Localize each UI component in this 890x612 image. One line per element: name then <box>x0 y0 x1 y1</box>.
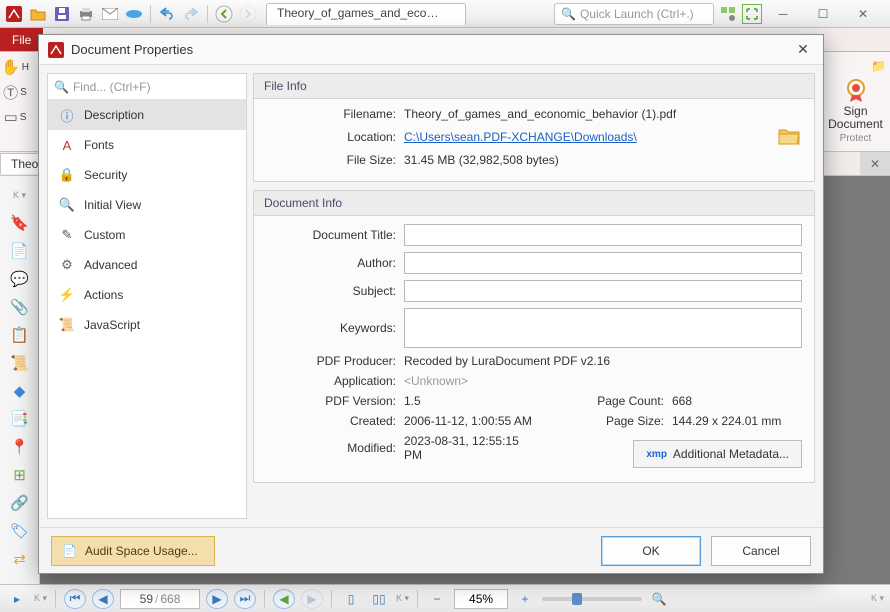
category-list: ⓘDescription AFonts 🔒Security 🔍Initial V… <box>48 100 246 518</box>
dialog-app-icon <box>47 41 65 59</box>
audit-icon: 📄 <box>62 544 77 558</box>
filename-label: Filename: <box>266 107 396 121</box>
category-panel: 🔍 Find... (Ctrl+F) ⓘDescription AFonts 🔒… <box>47 73 247 519</box>
author-input[interactable] <box>404 252 802 274</box>
location-link[interactable]: C:\Users\sean.PDF-XCHANGE\Downloads\ <box>404 130 770 144</box>
version-label: PDF Version: <box>266 394 396 408</box>
file-info-header: File Info <box>254 74 814 99</box>
pagecount-value: 668 <box>672 394 802 408</box>
font-icon: A <box>58 136 76 154</box>
gear-icon: ⚙ <box>58 256 76 274</box>
dialog-titlebar: Document Properties ✕ <box>39 35 823 65</box>
find-placeholder: Find... (Ctrl+F) <box>73 80 151 94</box>
filename-value: Theory_of_games_and_economic_behavior (1… <box>404 107 802 121</box>
subject-input[interactable] <box>404 280 802 302</box>
filesize-label: File Size: <box>266 153 396 167</box>
doctitle-input[interactable] <box>404 224 802 246</box>
info-icon: ⓘ <box>58 106 76 124</box>
dialog-close-button[interactable]: ✕ <box>791 38 815 62</box>
author-label: Author: <box>266 256 396 270</box>
filesize-value: 31.45 MB (32,982,508 bytes) <box>404 153 802 167</box>
category-advanced[interactable]: ⚙Advanced <box>48 250 246 280</box>
category-initial-view[interactable]: 🔍Initial View <box>48 190 246 220</box>
version-value: 1.5 <box>404 394 534 408</box>
pagecount-label: Page Count: <box>534 394 664 408</box>
category-custom[interactable]: ✎Custom <box>48 220 246 250</box>
application-label: Application: <box>266 374 396 388</box>
category-find[interactable]: 🔍 Find... (Ctrl+F) <box>48 74 246 100</box>
modal-overlay: Document Properties ✕ 🔍 Find... (Ctrl+F)… <box>0 0 890 612</box>
application-value: <Unknown> <box>404 374 802 388</box>
document-properties-dialog: Document Properties ✕ 🔍 Find... (Ctrl+F)… <box>38 34 824 574</box>
category-security[interactable]: 🔒Security <box>48 160 246 190</box>
modified-value: 2023-08-31, 12:55:15 PM <box>404 434 534 462</box>
doctitle-label: Document Title: <box>266 228 396 242</box>
ok-button[interactable]: OK <box>601 536 701 566</box>
category-javascript[interactable]: 📜JavaScript <box>48 310 246 340</box>
created-label: Created: <box>266 414 396 428</box>
search-icon: 🔍 <box>54 80 69 94</box>
lock-icon: 🔒 <box>58 166 76 184</box>
category-fonts[interactable]: AFonts <box>48 130 246 160</box>
properties-panel: File Info Filename: Theory_of_games_and_e… <box>253 73 815 519</box>
producer-value: Recoded by LuraDocument PDF v2.16 <box>404 354 802 368</box>
script-icon: 📜 <box>58 316 76 334</box>
custom-icon: ✎ <box>58 226 76 244</box>
pagesize-label: Page Size: <box>534 414 664 428</box>
document-info-header: Document Info <box>254 191 814 216</box>
bolt-icon: ⚡ <box>58 286 76 304</box>
category-description[interactable]: ⓘDescription <box>48 100 246 130</box>
dialog-footer: 📄 Audit Space Usage... OK Cancel <box>39 527 823 573</box>
modified-label: Modified: <box>266 441 396 455</box>
document-info-group: Document Info Document Title: Author: Su… <box>253 190 815 483</box>
xmp-icon: xmp <box>646 449 667 460</box>
dialog-title: Document Properties <box>71 42 193 57</box>
location-label: Location: <box>266 130 396 144</box>
open-folder-icon[interactable] <box>778 127 802 147</box>
cancel-button[interactable]: Cancel <box>711 536 811 566</box>
audit-space-button[interactable]: 📄 Audit Space Usage... <box>51 536 215 566</box>
keywords-input[interactable] <box>404 308 802 348</box>
category-actions[interactable]: ⚡Actions <box>48 280 246 310</box>
additional-metadata-button[interactable]: xmpAdditional Metadata... <box>633 440 802 468</box>
pagesize-value: 144.29 x 224.01 mm <box>672 414 802 428</box>
created-value: 2006-11-12, 1:00:55 AM <box>404 414 534 428</box>
view-icon: 🔍 <box>58 196 76 214</box>
producer-label: PDF Producer: <box>266 354 396 368</box>
subject-label: Subject: <box>266 284 396 298</box>
keywords-label: Keywords: <box>266 321 396 335</box>
file-info-group: File Info Filename: Theory_of_games_and_e… <box>253 73 815 182</box>
